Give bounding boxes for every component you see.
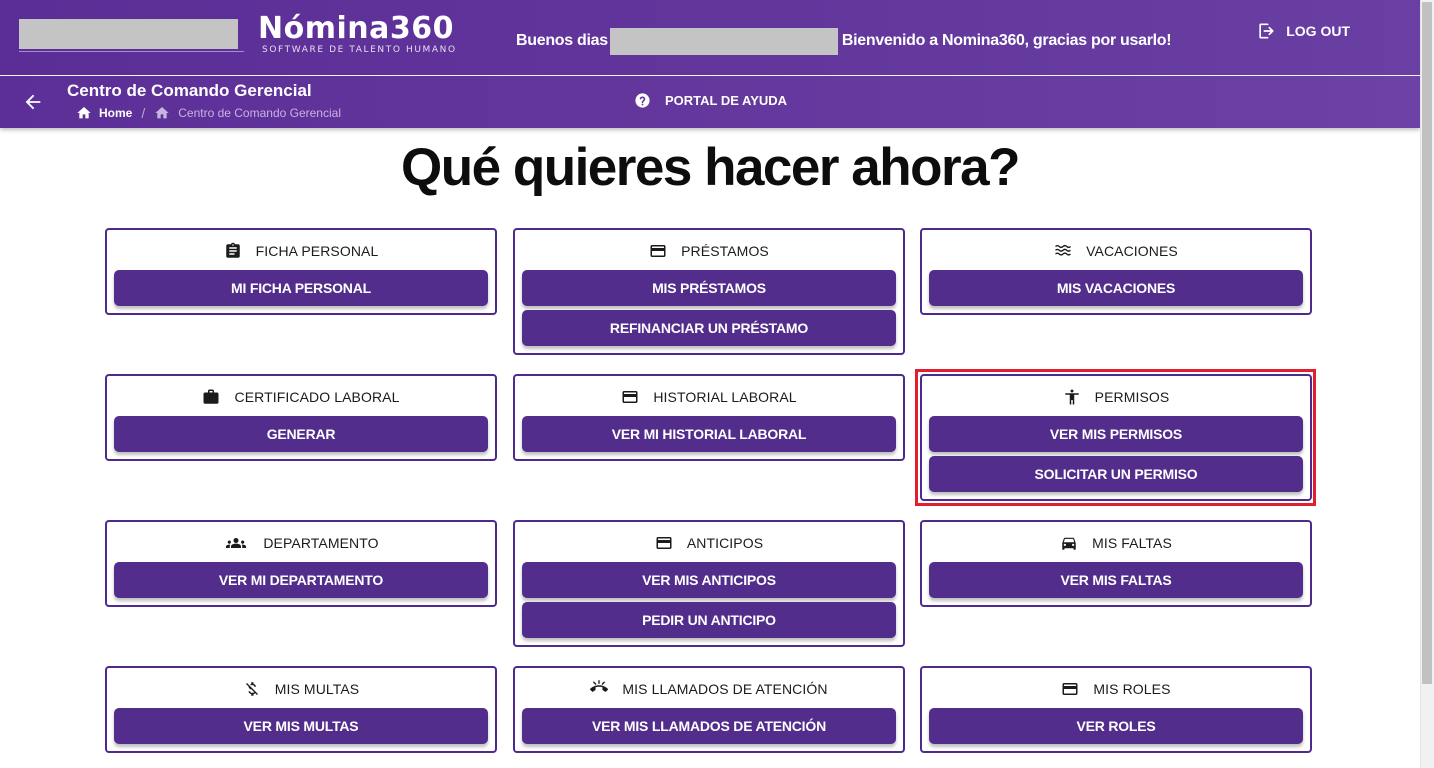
page-scrollbar[interactable] (1420, 0, 1434, 768)
logo-subtitle: SOFTWARE DE TALENTO HUMANO (262, 45, 457, 55)
card-certificado-laboral: CERTIFICADO LABORAL GENERAR (105, 374, 497, 461)
username-underline (19, 51, 244, 52)
breadcrumb-separator: / (141, 105, 146, 121)
help-portal-link[interactable]: PORTAL DE AYUDA (634, 92, 787, 109)
breadcrumb-current-label: Centro de Comando Gerencial (178, 106, 341, 120)
card-header: HISTORIAL LABORAL (522, 386, 896, 408)
accessibility-icon (1064, 389, 1079, 405)
ver-mi-departamento-button[interactable]: VER MI DEPARTAMENTO (114, 562, 488, 598)
sub-header: Centro de Comando Gerencial Home / Centr… (0, 76, 1420, 128)
ver-mis-multas-button[interactable]: VER MIS MULTAS (114, 708, 488, 744)
logout-label: LOG OUT (1286, 23, 1350, 39)
back-arrow-icon[interactable] (22, 91, 44, 113)
card-header: VACACIONES (929, 240, 1303, 262)
card-departamento: DEPARTAMENTO VER MI DEPARTAMENTO (105, 520, 497, 607)
card-header: MIS FALTAS (929, 532, 1303, 554)
refinanciar-prestamo-button[interactable]: REFINANCIAR UN PRÉSTAMO (522, 310, 896, 346)
page-title: Centro de Comando Gerencial (67, 81, 312, 100)
card-header: ANTICIPOS (522, 532, 896, 554)
card-title: CERTIFICADO LABORAL (234, 389, 400, 405)
car-icon (1062, 537, 1076, 550)
credit-card-icon (656, 537, 672, 549)
help-portal-label: PORTAL DE AYUDA (665, 93, 788, 108)
redacted-user-name (609, 27, 838, 55)
card-permisos: PERMISOS VER MIS PERMISOS SOLICITAR UN P… (920, 374, 1312, 501)
card-header: PRÉSTAMOS (522, 240, 896, 262)
credit-card-icon (650, 245, 666, 257)
card-mis-roles: MIS ROLES VER ROLES (920, 666, 1312, 753)
credit-card-icon (622, 391, 638, 403)
card-llamados-atencion: MIS LLAMADOS DE ATENCIÓN VER MIS LLAMADO… (513, 666, 905, 753)
card-title: MIS ROLES (1093, 681, 1171, 697)
breadcrumb: Home / Centro de Comando Gerencial (76, 105, 341, 121)
greeting-suffix: Bienvenido a Nomina360, gracias por usar… (841, 32, 1172, 49)
solicitar-permiso-button[interactable]: SOLICITAR UN PERMISO (929, 456, 1303, 492)
card-title: VACACIONES (1086, 243, 1178, 259)
pedir-anticipo-button[interactable]: PEDIR UN ANTICIPO (522, 602, 896, 638)
card-title: HISTORIAL LABORAL (653, 389, 797, 405)
ver-mis-anticipos-button[interactable]: VER MIS ANTICIPOS (522, 562, 896, 598)
card-vacaciones: VACACIONES MIS VACACIONES (920, 228, 1312, 315)
card-title: MIS LLAMADOS DE ATENCIÓN (622, 681, 828, 697)
logo-main-text: Nómina360 (258, 11, 454, 46)
card-header: DEPARTAMENTO (114, 532, 488, 554)
main-heading: Qué quieres hacer ahora? (401, 138, 1020, 197)
card-title: PRÉSTAMOS (681, 243, 769, 259)
ver-llamados-atencion-button[interactable]: VER MIS LLAMADOS DE ATENCIÓN (522, 708, 896, 744)
card-header: MIS ROLES (929, 678, 1303, 700)
card-title: FICHA PERSONAL (255, 243, 379, 259)
redacted-username (19, 19, 238, 49)
mi-ficha-personal-button[interactable]: MI FICHA PERSONAL (114, 270, 488, 306)
mis-vacaciones-button[interactable]: MIS VACACIONES (929, 270, 1303, 306)
card-prestamos: PRÉSTAMOS MIS PRÉSTAMOS REFINANCIAR UN P… (513, 228, 905, 355)
card-header: MIS MULTAS (114, 678, 488, 700)
people-icon (226, 538, 247, 548)
generar-certificado-button[interactable]: GENERAR (114, 416, 488, 452)
card-title: ANTICIPOS (686, 535, 764, 551)
logout-button[interactable]: LOG OUT (1256, 21, 1350, 41)
home-icon (77, 107, 91, 119)
card-title: PERMISOS (1094, 389, 1170, 405)
app-logo: Nómina360 SOFTWARE DE TALENTO HUMANO (258, 11, 468, 61)
clipboard-icon (225, 242, 240, 258)
card-header: MIS LLAMADOS DE ATENCIÓN (522, 678, 896, 700)
ver-mis-permisos-button[interactable]: VER MIS PERMISOS (929, 416, 1303, 452)
card-historial-laboral: HISTORIAL LABORAL VER MI HISTORIAL LABOR… (513, 374, 905, 461)
breadcrumb-home[interactable]: Home (76, 105, 132, 121)
help-icon (635, 93, 650, 108)
mis-prestamos-button[interactable]: MIS PRÉSTAMOS (522, 270, 896, 306)
card-ficha-personal: FICHA PERSONAL MI FICHA PERSONAL (105, 228, 497, 315)
waves-icon (1055, 244, 1072, 256)
greeting-prefix: Buenos dias (516, 32, 608, 49)
ver-historial-laboral-button[interactable]: VER MI HISTORIAL LABORAL (522, 416, 896, 452)
card-header: CERTIFICADO LABORAL (114, 386, 488, 408)
card-title: MIS MULTAS (274, 681, 360, 697)
logout-icon (1259, 23, 1274, 39)
briefcase-icon (203, 389, 219, 404)
breadcrumb-home-label: Home (99, 106, 133, 120)
top-header: Nómina360 SOFTWARE DE TALENTO HUMANO Bue… (0, 0, 1420, 75)
greeting-message: Buenos dias Bienvenido a Nomina360, grac… (516, 27, 1172, 55)
card-anticipos: ANTICIPOS VER MIS ANTICIPOS PEDIR UN ANT… (513, 520, 905, 647)
card-title: DEPARTAMENTO (263, 535, 379, 551)
ver-mis-faltas-button[interactable]: VER MIS FALTAS (929, 562, 1303, 598)
money-off-icon (245, 682, 258, 696)
card-mis-multas: MIS MULTAS VER MIS MULTAS (105, 666, 497, 753)
home-icon (155, 107, 169, 119)
breadcrumb-current: Centro de Comando Gerencial (154, 105, 341, 121)
card-header: PERMISOS (929, 386, 1303, 408)
card-header: FICHA PERSONAL (114, 240, 488, 262)
scrollbar-thumb[interactable] (1422, 2, 1432, 684)
ver-roles-button[interactable]: VER ROLES (929, 708, 1303, 744)
phone-callback-icon (590, 680, 609, 692)
card-title: MIS FALTAS (1092, 535, 1172, 551)
credit-card-icon (1062, 683, 1078, 695)
card-mis-faltas: MIS FALTAS VER MIS FALTAS (920, 520, 1312, 607)
